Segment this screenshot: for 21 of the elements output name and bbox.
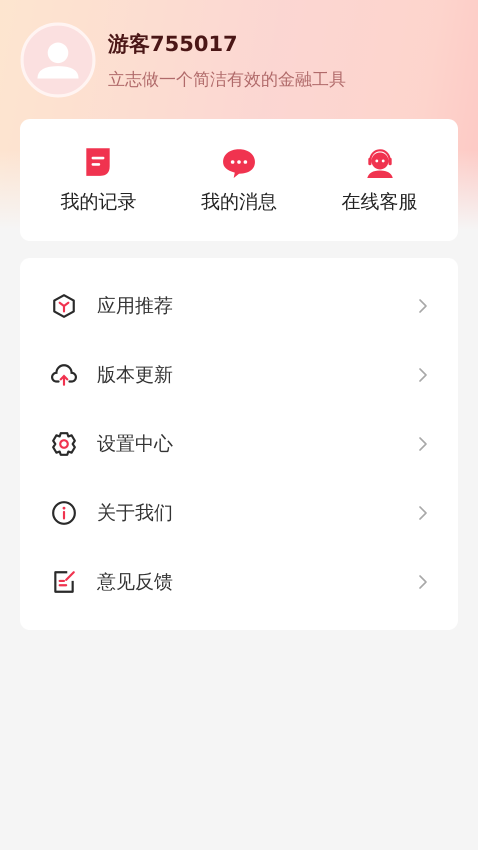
shortcut-label[interactable]: 我的记录 [60, 189, 136, 215]
chevron-right-icon [418, 298, 428, 314]
info-icon [51, 500, 77, 526]
cloud-upload-icon [51, 362, 77, 388]
chevron-right-icon [418, 504, 428, 520]
gear-icon [51, 430, 77, 456]
menu-item[interactable]: 版本更新 [97, 362, 418, 388]
edit-note-icon [51, 568, 77, 594]
menu-item[interactable]: 意见反馈 [97, 568, 418, 594]
chevron-right-icon [418, 436, 428, 452]
user-name: 游客755017 [108, 30, 239, 58]
avatar-icon[interactable] [20, 22, 96, 98]
tagline: 立志做一个简洁有效的金融工具 [108, 68, 346, 90]
chevron-right-icon [418, 574, 428, 590]
chevron-right-icon [418, 366, 428, 382]
menu-item[interactable]: 应用推荐 [97, 292, 418, 318]
cube-icon [51, 292, 77, 318]
menu-item[interactable]: 设置中心 [97, 430, 418, 456]
menu-item[interactable]: 关于我们 [97, 500, 418, 526]
shortcut-label[interactable]: 在线客服 [342, 189, 418, 215]
shortcut-label[interactable]: 我的消息 [200, 189, 277, 215]
